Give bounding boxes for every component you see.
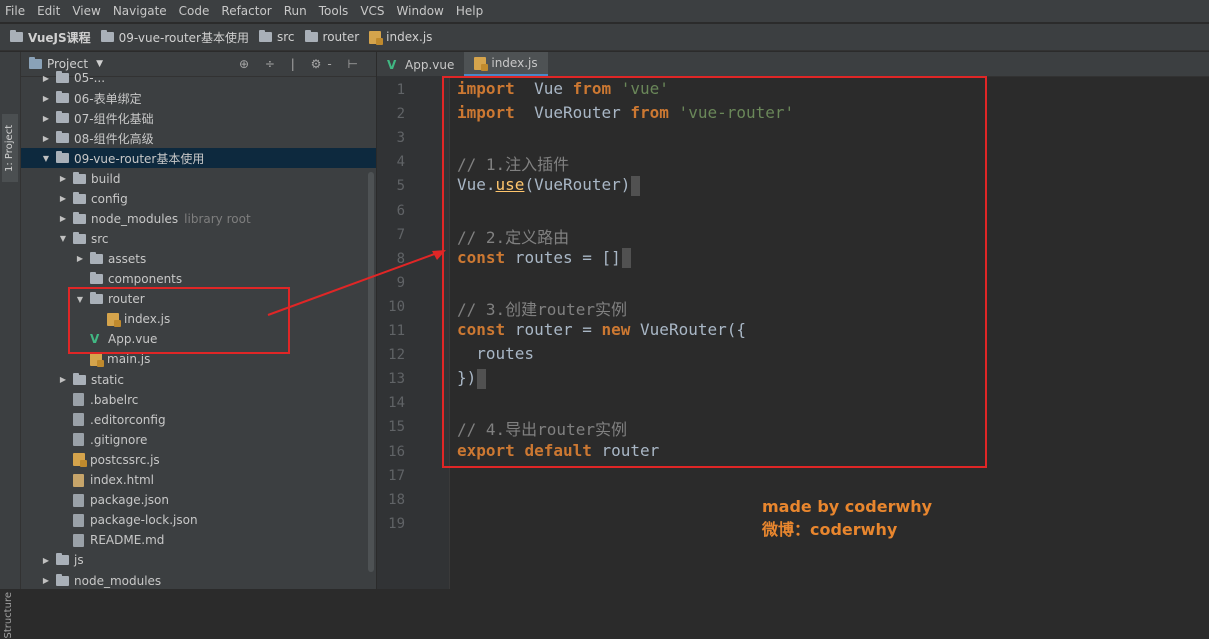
- arrow-line: [267, 251, 441, 316]
- structure-tool-tab[interactable]: Structure: [3, 592, 14, 639]
- caption-line-2: 微博：coderwhy: [762, 520, 898, 539]
- annotation-arrow: [267, 250, 446, 316]
- watermark-caption: made by coderwhy 微博：coderwhy: [762, 495, 932, 541]
- caption-line-1: made by coderwhy: [762, 497, 933, 516]
